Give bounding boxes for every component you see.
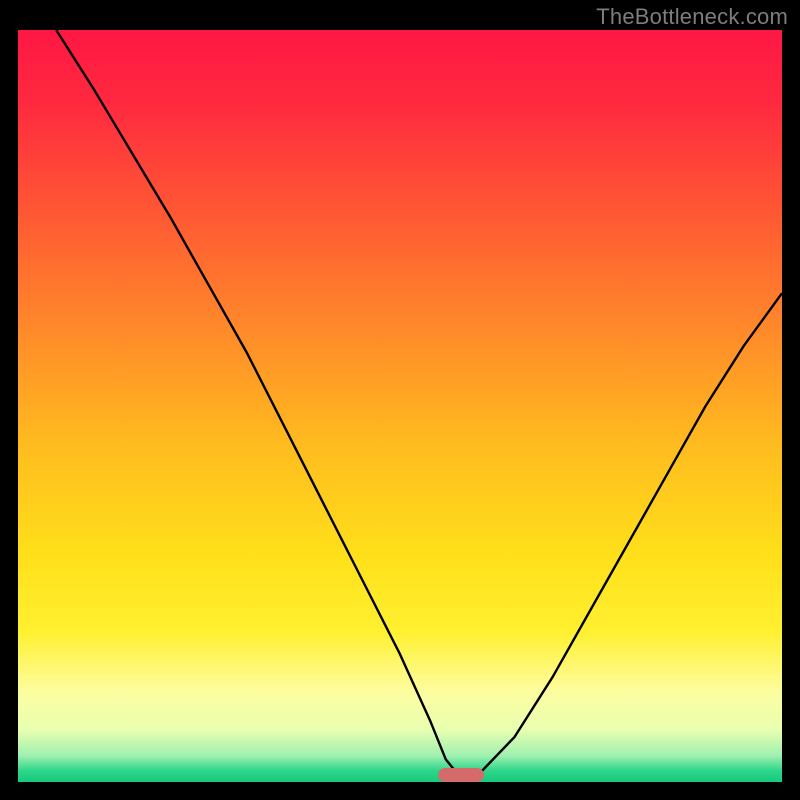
heatmap-chart-svg [18,30,782,782]
plot-area [18,30,782,782]
chart-frame: TheBottleneck.com [0,0,800,800]
gradient-background [18,30,782,782]
optimum-marker [438,768,484,782]
watermark-text: TheBottleneck.com [596,4,788,30]
